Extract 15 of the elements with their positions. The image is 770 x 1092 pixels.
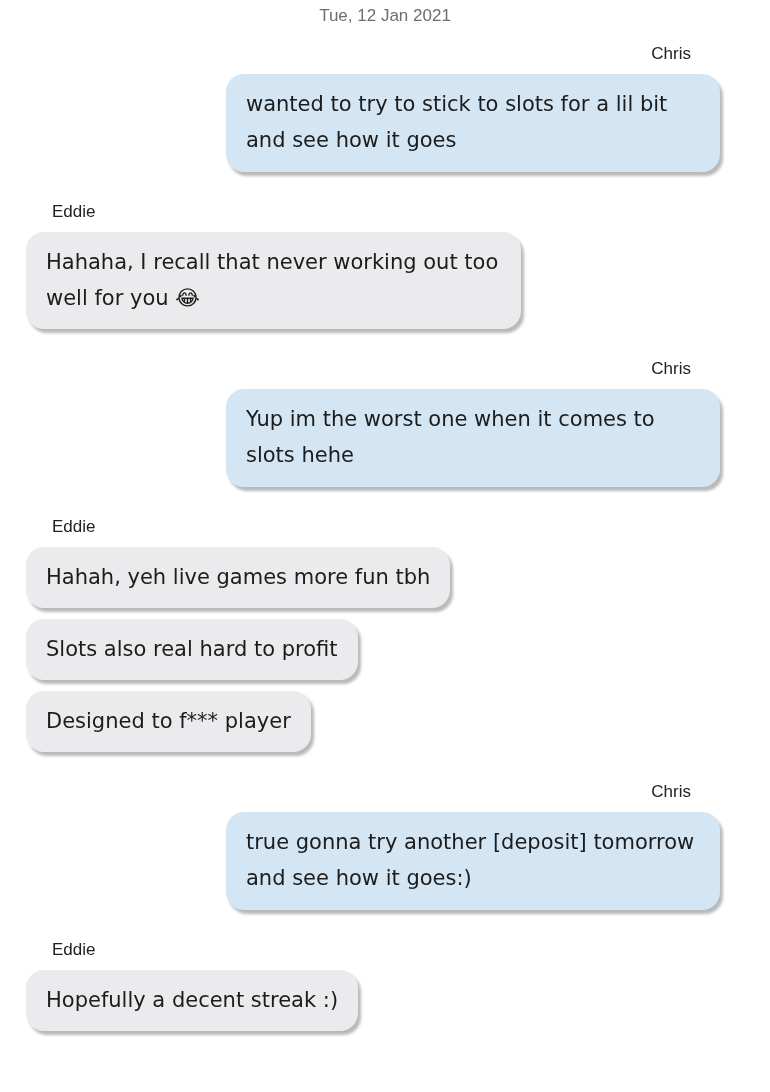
message-bubble: Slots also real hard to profit bbox=[26, 619, 358, 680]
message-bubble: Designed to f*** player bbox=[26, 691, 311, 752]
message-bubble: Hahah, yeh live games more fun tbh bbox=[26, 547, 451, 608]
sender-name: Eddie bbox=[52, 517, 96, 537]
sender-name: Chris bbox=[651, 44, 691, 64]
sender-name: Chris bbox=[651, 782, 691, 802]
message-bubble: Hopefully a decent streak :) bbox=[26, 970, 359, 1031]
sender-name: Eddie bbox=[52, 202, 96, 222]
message-bubble: Hahaha, I recall that never working out too well for you 😂 bbox=[26, 232, 521, 329]
date-label: Tue, 12 Jan 2021 bbox=[319, 6, 451, 26]
sender-name: Chris bbox=[651, 359, 691, 379]
sender-name: Eddie bbox=[52, 940, 96, 960]
message-bubble: wanted to try to stick to slots for a lil bit and see how it goes bbox=[226, 74, 720, 172]
message-bubble: true gonna try another [deposit] tomorrow and see how it goes:) bbox=[226, 812, 720, 910]
message-bubble: Yup im the worst one when it comes to slots hehe bbox=[226, 389, 720, 487]
